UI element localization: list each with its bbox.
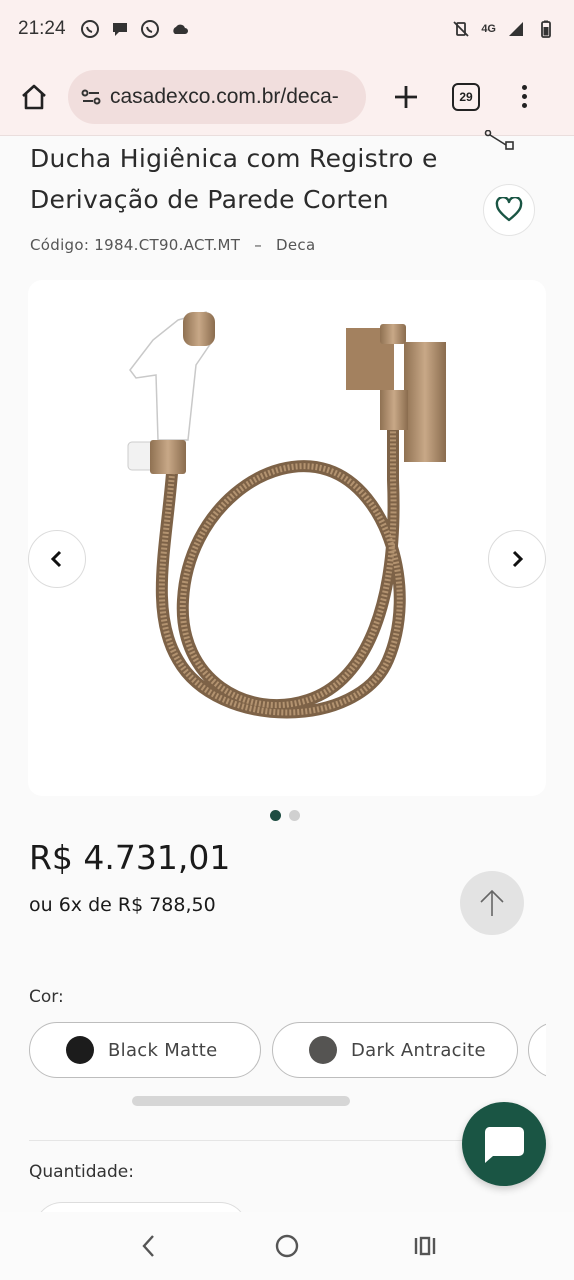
gallery-dot-1[interactable]: [270, 810, 281, 821]
menu-dot: [521, 85, 527, 90]
recents-button[interactable]: [405, 1226, 445, 1266]
menu-dot: [521, 94, 527, 99]
back-icon: [142, 1235, 154, 1257]
url-text: casadexco.com.br/deca-: [110, 84, 339, 108]
color-swatch: [66, 1036, 94, 1064]
home-icon: [22, 84, 46, 109]
color-options: Black Matte Dark Antracite: [29, 1022, 546, 1080]
product-price: R$ 4.731,01: [29, 838, 231, 877]
whatsapp-icon: [80, 20, 99, 38]
home-circle-icon: [275, 1234, 299, 1258]
gallery-next-button[interactable]: [488, 530, 546, 588]
home-system-button[interactable]: [267, 1226, 307, 1266]
system-icons: 4G: [451, 19, 556, 39]
whatsapp-icon: [140, 20, 159, 38]
home-button[interactable]: [14, 77, 54, 117]
status-bar: 21:24 4G: [0, 0, 574, 58]
notification-icons: [80, 19, 190, 39]
gallery-dots: [270, 810, 300, 821]
menu-dot: [521, 103, 527, 108]
product-gallery[interactable]: [28, 280, 546, 796]
product-code: Código: 1984.CT90.ACT.MT: [30, 236, 241, 254]
network-type: 4G: [481, 23, 496, 35]
signal-icon: [509, 22, 523, 36]
color-option-black-matte[interactable]: Black Matte: [29, 1022, 261, 1078]
share-icon[interactable]: [482, 130, 518, 154]
color-option-more[interactable]: [528, 1022, 546, 1078]
status-time: 21:24: [18, 18, 66, 39]
new-tab-button[interactable]: [388, 77, 424, 117]
recents-icon: [414, 1236, 436, 1256]
chevron-right-icon: [512, 550, 524, 568]
product-title: Ducha Higiênica com Registro e Derivação…: [30, 144, 438, 214]
quantity-label: Quantidade:: [29, 1162, 134, 1182]
site-settings-icon[interactable]: [80, 86, 102, 108]
color-option-dark-antracite[interactable]: Dark Antracite: [272, 1022, 518, 1078]
installments-text: ou 6x de R$ 788,50: [29, 894, 216, 916]
gallery-dot-2[interactable]: [289, 810, 300, 821]
browser-toolbar: casadexco.com.br/deca- 29: [0, 58, 574, 136]
color-options-scrollbar[interactable]: [132, 1096, 350, 1106]
favorite-button[interactable]: [483, 184, 535, 236]
chat-icon: [484, 1127, 524, 1163]
product-brand: Deca: [276, 236, 316, 254]
chevron-left-icon: [50, 550, 62, 568]
product-code-line: Código: 1984.CT90.ACT.MT – Deca: [30, 236, 315, 254]
color-label: Cor:: [29, 987, 64, 1007]
chat-bubble-icon: [112, 23, 127, 36]
system-navigation-bar: [0, 1212, 574, 1280]
scroll-to-top-button[interactable]: [460, 871, 524, 935]
battery-icon: [541, 20, 551, 38]
tab-switcher-button[interactable]: 29: [452, 82, 480, 111]
gallery-prev-button[interactable]: [28, 530, 86, 588]
browser-menu-button[interactable]: [518, 85, 530, 108]
code-separator: –: [254, 236, 263, 254]
heart-icon: [495, 197, 523, 222]
color-option-label: Black Matte: [108, 1039, 218, 1061]
color-swatch: [309, 1036, 337, 1064]
arrow-up-icon: [480, 889, 504, 916]
color-option-label: Dark Antracite: [351, 1039, 486, 1061]
vibrate-off-icon: [453, 21, 469, 37]
address-bar[interactable]: casadexco.com.br/deca-: [68, 69, 366, 124]
cloud-icon: [172, 24, 188, 34]
product-image: [127, 311, 446, 719]
back-button[interactable]: [129, 1226, 169, 1266]
chat-button[interactable]: [462, 1102, 546, 1186]
plus-icon: [395, 85, 417, 108]
